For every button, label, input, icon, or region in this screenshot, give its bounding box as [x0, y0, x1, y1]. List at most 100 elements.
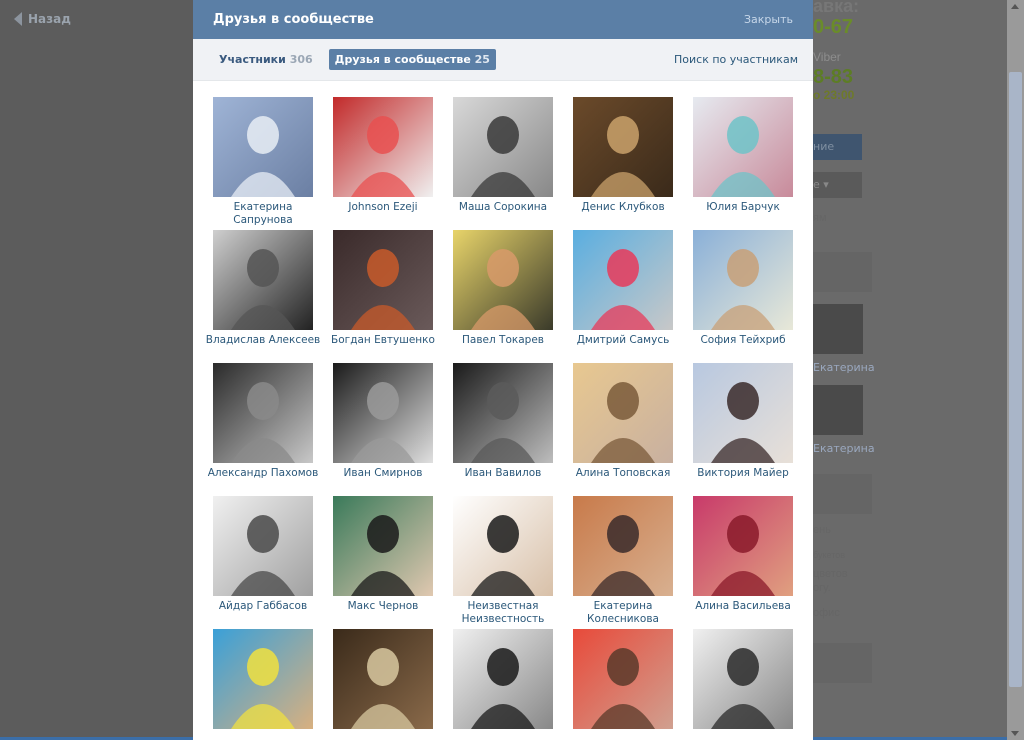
bg-block	[813, 474, 872, 514]
friend-name[interactable]: Александр Пахомов	[203, 467, 323, 480]
friend-item[interactable]: Макс Чернов	[323, 496, 443, 613]
friend-name[interactable]: Екатерина Колесникова	[563, 600, 683, 626]
friend-avatar[interactable]	[573, 496, 673, 596]
friend-name[interactable]: Неизвестная Неизвестность	[443, 600, 563, 626]
friend-item[interactable]: Алина Васильева	[683, 496, 803, 613]
friend-item[interactable]: Неизвестная Неизвестность	[443, 496, 563, 626]
bg-top-text: авка:	[813, 0, 860, 16]
friend-item[interactable]	[563, 629, 683, 733]
friend-avatar[interactable]	[333, 629, 433, 729]
friend-item[interactable]: Павел Токарев	[443, 230, 563, 347]
bg-block	[813, 643, 872, 683]
friend-item[interactable]: Денис Клубков	[563, 97, 683, 214]
friend-name[interactable]: Маша Сорокина	[443, 201, 563, 214]
back-link[interactable]: Назад	[14, 12, 71, 26]
friend-name[interactable]: Иван Вавилов	[443, 467, 563, 480]
friend-item[interactable]: Юлия Барчук	[683, 97, 803, 214]
friend-avatar[interactable]	[333, 496, 433, 596]
friend-avatar[interactable]	[213, 230, 313, 330]
friend-avatar[interactable]	[693, 496, 793, 596]
tab-friends[interactable]: Друзья в сообществе 25	[328, 49, 496, 70]
friend-item[interactable]: Богдан Евтушенко	[323, 230, 443, 347]
friend-avatar[interactable]	[693, 363, 793, 463]
friend-avatar[interactable]	[333, 230, 433, 330]
friend-item[interactable]: Александр Пахомов	[203, 363, 323, 480]
bg-hours: о 23:00	[813, 88, 855, 102]
back-label: Назад	[28, 12, 71, 26]
bg-thumb	[813, 304, 863, 354]
friend-item[interactable]: Екатерина Колесникова	[563, 496, 683, 626]
bg-phone1: 0-67	[813, 16, 854, 38]
friend-name[interactable]: Иван Смирнов	[323, 467, 443, 480]
friend-item[interactable]	[203, 629, 323, 733]
scroll-up-icon[interactable]	[1011, 4, 1019, 9]
back-arrow-icon	[14, 12, 22, 26]
friend-name[interactable]: Юлия Барчук	[683, 201, 803, 214]
friend-name[interactable]: Дмитрий Самусь	[563, 334, 683, 347]
friend-name[interactable]: Владислав Алексеев	[203, 334, 323, 347]
friend-avatar[interactable]	[693, 230, 793, 330]
friend-item[interactable]: Айдар Габбасов	[203, 496, 323, 613]
friend-name[interactable]: Johnson Ezeji	[323, 201, 443, 214]
friend-item[interactable]	[443, 629, 563, 733]
friend-name[interactable]: Виктория Майер	[683, 467, 803, 480]
friend-name[interactable]: Богдан Евтушенко	[323, 334, 443, 347]
bg-line: ень	[813, 524, 831, 536]
friend-name[interactable]: Алина Топовская	[563, 467, 683, 480]
friend-avatar[interactable]	[573, 629, 673, 729]
bg-button-2: е ▾	[813, 172, 862, 198]
bg-block	[813, 252, 872, 292]
friend-item[interactable]	[323, 629, 443, 733]
friend-item[interactable]: Владислав Алексеев	[203, 230, 323, 347]
friend-avatar[interactable]	[453, 363, 553, 463]
friend-avatar[interactable]	[573, 97, 673, 197]
tab-members[interactable]: Участники 306	[213, 49, 319, 70]
friend-avatar[interactable]	[453, 97, 553, 197]
friend-avatar[interactable]	[213, 629, 313, 729]
friend-avatar[interactable]	[333, 363, 433, 463]
bg-small-text: ям	[813, 212, 827, 224]
friend-name[interactable]: Екатерина Сапрунова	[203, 201, 323, 227]
friend-avatar[interactable]	[453, 629, 553, 729]
friend-item[interactable]: Екатерина Сапрунова	[203, 97, 323, 227]
background-sidebar: авка: 0-67 Viber 8-83 о 23:00 ние е ▾ ям…	[813, 0, 1007, 740]
scrollbar-thumb[interactable]	[1009, 72, 1022, 687]
bg-line: офис	[813, 607, 840, 619]
friend-avatar[interactable]	[213, 363, 313, 463]
friend-item[interactable]: Алина Топовская	[563, 363, 683, 480]
friend-name[interactable]: Алина Васильева	[683, 600, 803, 613]
friend-item[interactable]: София Тейхриб	[683, 230, 803, 347]
close-button[interactable]: Закрыть	[744, 13, 793, 26]
friend-item[interactable]: Johnson Ezeji	[323, 97, 443, 214]
friend-avatar[interactable]	[573, 363, 673, 463]
friend-item[interactable]: Маша Сорокина	[443, 97, 563, 214]
bg-line: цветов	[813, 568, 848, 580]
friend-name[interactable]: Айдар Габбасов	[203, 600, 323, 613]
search-members-link[interactable]: Поиск по участникам	[674, 53, 798, 66]
friend-name[interactable]: Денис Клубков	[563, 201, 683, 214]
bg-thumb	[813, 385, 863, 435]
friend-item[interactable]: Иван Смирнов	[323, 363, 443, 480]
bg-name-2: Екатерина	[813, 442, 875, 455]
friend-item[interactable]: Иван Вавилов	[443, 363, 563, 480]
friend-avatar[interactable]	[693, 629, 793, 729]
friend-avatar[interactable]	[453, 230, 553, 330]
friend-name[interactable]: София Тейхриб	[683, 334, 803, 347]
friend-item[interactable]: Виктория Майер	[683, 363, 803, 480]
friend-name[interactable]: Макс Чернов	[323, 600, 443, 613]
friend-name[interactable]: Павел Токарев	[443, 334, 563, 347]
friend-avatar[interactable]	[453, 496, 553, 596]
bg-viber: Viber	[813, 50, 841, 64]
friend-item[interactable]: Дмитрий Самусь	[563, 230, 683, 347]
friend-avatar[interactable]	[213, 496, 313, 596]
bg-name-1: Екатерина	[813, 361, 875, 374]
friend-avatar[interactable]	[573, 230, 673, 330]
friend-avatar[interactable]	[333, 97, 433, 197]
friend-avatar[interactable]	[693, 97, 793, 197]
friend-item[interactable]	[683, 629, 803, 733]
scroll-down-icon[interactable]	[1011, 731, 1019, 736]
bg-phone2: 8-83	[813, 66, 854, 88]
friend-avatar[interactable]	[213, 97, 313, 197]
bg-line: огу.	[813, 582, 831, 594]
page-scrollbar[interactable]	[1007, 0, 1024, 740]
